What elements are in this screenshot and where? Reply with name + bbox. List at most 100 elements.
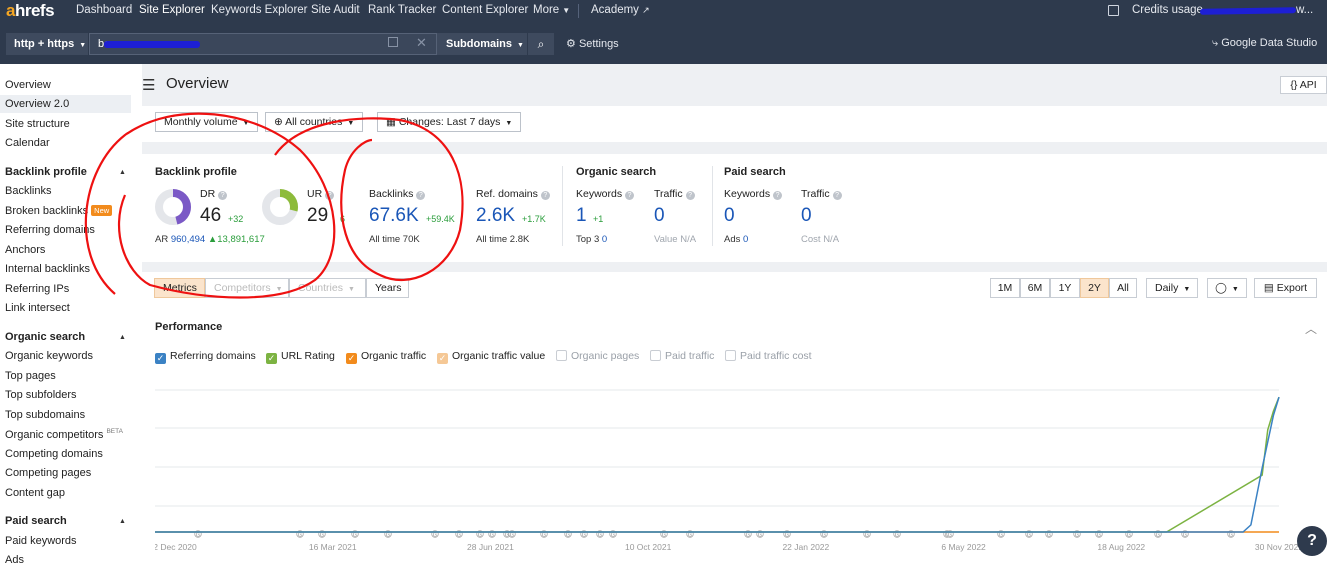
- sidebar-item-competing-pages[interactable]: Competing pages: [5, 467, 91, 479]
- changes-dropdown[interactable]: ▦ Changes: Last 7 days ▼: [377, 112, 522, 132]
- checkbox-unchecked-icon[interactable]: [725, 350, 736, 361]
- nav-rank-tracker[interactable]: Rank Tracker: [368, 4, 436, 16]
- info-icon[interactable]: ?: [625, 191, 635, 200]
- sidebar-head-backlink-profile[interactable]: Backlink profile: [5, 166, 87, 178]
- sidebar-item-referring-domains[interactable]: Referring domains: [5, 224, 95, 236]
- range-all[interactable]: All: [1109, 278, 1137, 298]
- refdomains-alltime-label: All time: [476, 234, 508, 245]
- tab-years[interactable]: Years: [366, 278, 409, 298]
- checkbox-checked-icon[interactable]: ✓: [155, 353, 166, 364]
- sidebar-item-overview[interactable]: Overview: [5, 79, 51, 91]
- sidebar-item-organic-keywords[interactable]: Organic keywords: [5, 350, 93, 362]
- annotations-dropdown[interactable]: ◯ ▼: [1207, 278, 1247, 298]
- nav-keywords-explorer[interactable]: Keywords Explorer: [211, 4, 308, 16]
- org-traffic-value[interactable]: 0: [654, 205, 665, 227]
- checkbox-checked-icon[interactable]: ✓: [346, 353, 357, 364]
- sidebar-item-paid-keywords[interactable]: Paid keywords: [5, 535, 77, 547]
- nav-dashboard[interactable]: Dashboard: [76, 4, 132, 16]
- nav-more[interactable]: More ▼: [533, 4, 570, 16]
- sidebar-item-competing-domains[interactable]: Competing domains: [5, 448, 103, 460]
- checkbox-checked-icon[interactable]: ✓: [266, 353, 277, 364]
- info-icon[interactable]: ?: [685, 191, 695, 200]
- sidebar-item-referring-ips[interactable]: Referring IPs: [5, 283, 69, 295]
- interval-dropdown[interactable]: Daily ▼: [1146, 278, 1198, 298]
- sidebar-item-content-gap[interactable]: Content gap: [5, 487, 65, 499]
- sidebar-item-link-intersect[interactable]: Link intersect: [5, 302, 70, 314]
- info-icon[interactable]: ?: [416, 191, 426, 200]
- nav-site-explorer[interactable]: Site Explorer: [139, 4, 205, 16]
- nav-academy[interactable]: Academy ↗: [591, 4, 650, 16]
- sidebar-item-overview-2[interactable]: Overview 2.0: [0, 95, 131, 113]
- checkbox-checked-icon[interactable]: ✓: [437, 353, 448, 364]
- ahrefs-logo[interactable]: ahrefs: [6, 1, 55, 21]
- protocol-dropdown[interactable]: http + https ▼: [6, 33, 88, 55]
- nav-academy-label: Academy: [591, 4, 639, 16]
- refdomains-value[interactable]: 2.6K: [476, 205, 515, 227]
- clear-icon[interactable]: ✕: [416, 35, 427, 51]
- help-button[interactable]: ?: [1297, 526, 1327, 556]
- sidebar-item-top-pages[interactable]: Top pages: [5, 370, 56, 382]
- paid-traffic-value[interactable]: 0: [801, 205, 812, 227]
- organic-search-heading: Organic search: [576, 166, 657, 178]
- tab-countries[interactable]: Countries ▼: [289, 278, 366, 298]
- info-icon[interactable]: ?: [540, 191, 550, 200]
- collapse-arrow-icon[interactable]: ▲: [119, 334, 126, 341]
- legend-url-rating[interactable]: ✓ URL Rating: [266, 350, 335, 364]
- info-icon[interactable]: ?: [218, 191, 228, 200]
- legend-paid-traffic[interactable]: Paid traffic: [650, 350, 714, 362]
- sidebar-item-anchors[interactable]: Anchors: [5, 244, 45, 256]
- checkbox-unchecked-icon[interactable]: [556, 350, 567, 361]
- credits-usage[interactable]: Credits usage: [1132, 4, 1203, 16]
- open-external-icon[interactable]: [388, 37, 398, 47]
- sidebar-item-ads[interactable]: Ads: [5, 554, 24, 566]
- sidebar-item-broken-backlinks[interactable]: Broken backlinks New: [5, 205, 113, 217]
- url-input[interactable]: be: [89, 33, 437, 55]
- chevron-up-icon[interactable]: ︿: [1305, 320, 1317, 337]
- paid-keywords-value[interactable]: 0: [724, 205, 735, 227]
- mode-dropdown[interactable]: Subdomains ▼: [437, 33, 527, 55]
- api-button[interactable]: {} API: [1280, 76, 1327, 94]
- checkbox-unchecked-icon[interactable]: [650, 350, 661, 361]
- info-icon[interactable]: ?: [773, 191, 783, 200]
- info-icon[interactable]: ?: [832, 191, 842, 200]
- sidebar-item-calendar[interactable]: Calendar: [5, 137, 50, 149]
- redaction-scribble: [1199, 7, 1297, 15]
- volume-dropdown[interactable]: Monthly volume ▼: [155, 112, 259, 132]
- org-keywords-value[interactable]: 1: [576, 205, 587, 227]
- sidebar-item-internal-backlinks[interactable]: Internal backlinks: [5, 263, 90, 275]
- tab-metrics[interactable]: Metrics: [154, 278, 205, 298]
- collapse-arrow-icon[interactable]: ▲: [119, 169, 126, 176]
- sidebar-item-organic-competitors[interactable]: Organic competitors BETA: [5, 428, 123, 441]
- sidebar-head-organic-search[interactable]: Organic search: [5, 331, 85, 343]
- performance-chart[interactable]: 2 Dec 2020 16 Mar 2021 28 Jun 2021 10 Oct 2…: [155, 382, 1327, 572]
- countries-dropdown[interactable]: ⊕ All countries ▼: [265, 112, 364, 132]
- legend-paid-traffic-cost[interactable]: Paid traffic cost: [725, 350, 812, 362]
- range-1y[interactable]: 1Y: [1050, 278, 1080, 298]
- info-icon[interactable]: ?: [325, 191, 335, 200]
- legend-organic-pages[interactable]: Organic pages: [556, 350, 639, 362]
- org-keywords-label-text: Keywords: [576, 188, 623, 200]
- settings-button[interactable]: ⚙ Settings: [566, 37, 619, 50]
- legend-referring-domains[interactable]: ✓ Referring domains: [155, 350, 256, 364]
- menu-icon[interactable]: ☰: [142, 76, 155, 94]
- google-data-studio-link[interactable]: ⤷ Google Data Studio: [1212, 37, 1317, 50]
- sidebar-item-top-subdomains[interactable]: Top subdomains: [5, 409, 85, 421]
- collapse-arrow-icon[interactable]: ▲: [119, 518, 126, 525]
- nav-site-audit[interactable]: Site Audit: [311, 4, 360, 16]
- legend-organic-traffic[interactable]: ✓ Organic traffic: [346, 350, 426, 364]
- export-button[interactable]: ▤ Export: [1254, 278, 1317, 298]
- sidebar-item-backlinks[interactable]: Backlinks: [5, 185, 51, 197]
- sidebar-item-site-structure[interactable]: Site structure: [5, 118, 70, 130]
- tab-competitors[interactable]: Competitors ▼: [205, 278, 289, 298]
- range-2y[interactable]: 2Y: [1080, 278, 1109, 298]
- org-keywords-delta: +1: [593, 214, 604, 224]
- search-button[interactable]: ⌕: [528, 33, 554, 55]
- range-1m[interactable]: 1M: [990, 278, 1020, 298]
- sidebar-head-paid-search[interactable]: Paid search: [5, 515, 67, 527]
- nav-content-explorer[interactable]: Content Explorer: [442, 4, 528, 16]
- range-6m[interactable]: 6M: [1020, 278, 1050, 298]
- backlinks-value[interactable]: 67.6K: [369, 205, 419, 227]
- account-menu[interactable]: w...: [1296, 4, 1313, 16]
- legend-organic-traffic-value[interactable]: ✓ Organic traffic value: [437, 350, 545, 364]
- sidebar-item-top-subfolders[interactable]: Top subfolders: [5, 389, 77, 401]
